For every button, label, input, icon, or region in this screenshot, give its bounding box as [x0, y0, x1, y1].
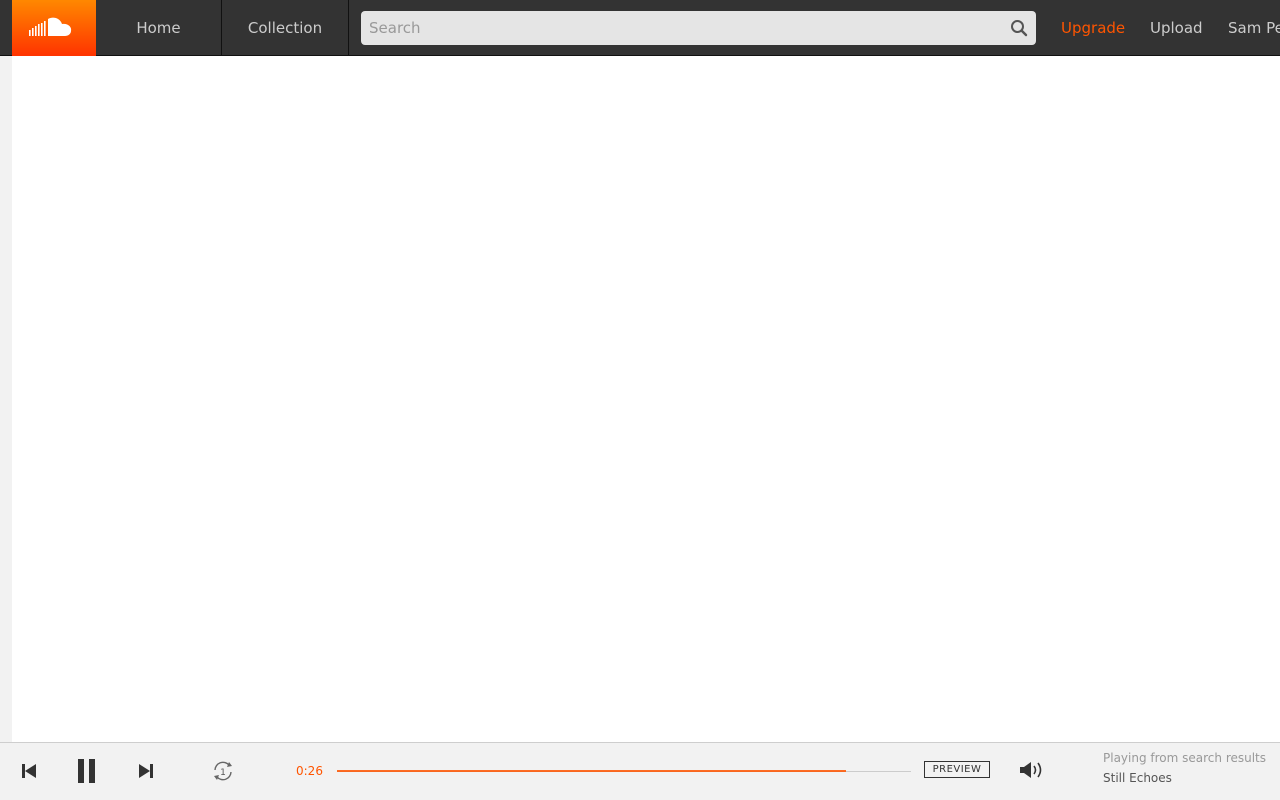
- volume-icon: [1020, 762, 1042, 778]
- preview-badge: PREVIEW: [924, 761, 990, 778]
- repeat-mode-label: 1: [220, 768, 226, 778]
- skip-forward-icon: [139, 764, 153, 778]
- skip-back-icon: [22, 764, 36, 778]
- search-icon[interactable]: [1002, 11, 1036, 45]
- pause-icon: [78, 759, 95, 783]
- search-input[interactable]: [361, 11, 1002, 45]
- main-content: [12, 56, 1280, 742]
- repeat-button[interactable]: 1: [207, 743, 239, 799]
- previous-track-button[interactable]: [14, 743, 44, 799]
- nav-home-label: Home: [136, 19, 181, 37]
- track-title[interactable]: Still Echoes: [1103, 771, 1172, 785]
- repeat-one-icon: 1: [214, 761, 232, 781]
- search-box: [361, 11, 1036, 45]
- playing-context[interactable]: Playing from search results: [1103, 751, 1266, 765]
- progress-bar[interactable]: [337, 770, 911, 773]
- upload-link[interactable]: Upload: [1150, 0, 1203, 56]
- nav-collection-label: Collection: [247, 19, 323, 37]
- user-menu[interactable]: Sam Pe: [1228, 0, 1280, 56]
- pause-button[interactable]: [72, 743, 102, 799]
- cloud-logo-icon: [29, 17, 72, 36]
- left-gutter: [0, 56, 12, 742]
- nav-collection[interactable]: Collection: [222, 0, 349, 56]
- top-header: Home Collection Upgrade Upload Sam Pe: [0, 0, 1280, 56]
- progress-fill: [337, 770, 847, 772]
- soundcloud-logo[interactable]: [12, 0, 96, 56]
- upgrade-link[interactable]: Upgrade: [1061, 0, 1125, 56]
- current-time: 0:26: [296, 764, 323, 778]
- nav-home[interactable]: Home: [96, 0, 222, 56]
- volume-button[interactable]: [1016, 742, 1048, 798]
- next-track-button[interactable]: [131, 743, 161, 799]
